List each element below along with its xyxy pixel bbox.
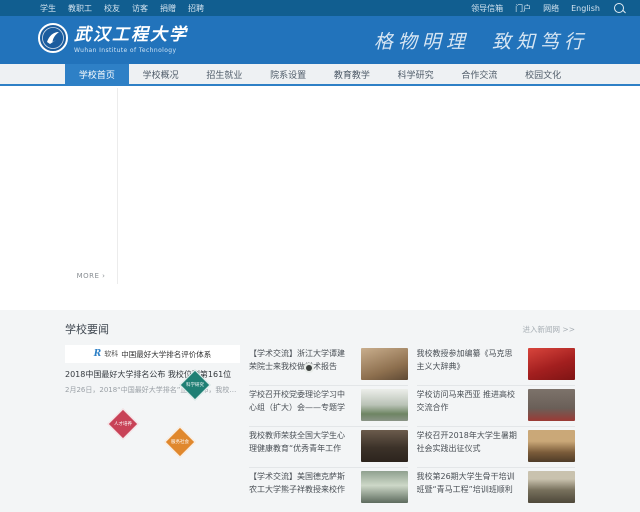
- nav-item-about[interactable]: 学校概况: [129, 64, 193, 84]
- news-item-title[interactable]: 我校教师荣获全国大学生心理健康教育“优秀青年工作: [249, 430, 353, 457]
- search-icon[interactable]: [614, 3, 624, 13]
- ruanke-logo-icon: R: [93, 349, 102, 359]
- topbar-link-donation[interactable]: 捐赠: [160, 3, 176, 14]
- topbar-right-links: 领导信箱 门户 网络 English: [471, 3, 624, 14]
- news-item: 学校召开校党委理论学习中心组（扩大）会——专题学习习: [249, 386, 408, 427]
- news-item-title[interactable]: 我校教授参加编纂《马克思主义大辞典》: [417, 348, 521, 375]
- featured-news: 30% 生源质量 新生高考成绩 10% 科研规模 论文数量 10% 科研质量 论…: [65, 345, 240, 509]
- topbar-link-network[interactable]: 网络: [543, 3, 559, 14]
- news-item: 我校第26期大学生骨干培训班暨“青马工程”培训班顺利结业: [417, 468, 575, 509]
- news-item: 我校教师荣获全国大学生心理健康教育“优秀青年工作: [249, 427, 408, 468]
- school-brand[interactable]: 武汉工程大学 Wuhan Institute of Technology: [38, 23, 188, 57]
- carousel-area: MORE ›: [0, 86, 640, 371]
- news-item: 我校教授参加编纂《马克思主义大辞典》: [416, 345, 575, 386]
- topbar-link-portal[interactable]: 门户: [515, 3, 531, 14]
- nav-item-cooperation[interactable]: 合作交流: [448, 64, 512, 84]
- news-item: 【学术交流】浙江大学谭建荣院士来我校做学术报告: [249, 345, 408, 386]
- topbar-link-english[interactable]: English: [571, 4, 600, 13]
- news-item: 学校召开2018年大学生暑期社会实践出征仪式: [416, 427, 575, 468]
- topbar-link-alumni[interactable]: 校友: [104, 3, 120, 14]
- more-link[interactable]: MORE ›: [77, 272, 106, 284]
- news-thumbnail[interactable]: [360, 471, 408, 503]
- news-thumbnail[interactable]: [528, 430, 575, 462]
- topbar: 学生 教职工 校友 访客 捐赠 招聘 领导信箱 门户 网络 English: [0, 0, 640, 16]
- news-item-title[interactable]: 学校召开校党委理论学习中心组（扩大）会——专题学习习: [249, 389, 353, 416]
- school-name: 武汉工程大学: [74, 24, 188, 45]
- news-thumbnail[interactable]: [528, 471, 575, 503]
- nav-item-research[interactable]: 科学研究: [384, 64, 448, 84]
- school-motto: 格物明理 致知笃行: [373, 30, 588, 53]
- carousel-dot[interactable]: [306, 365, 312, 371]
- nav-item-teaching[interactable]: 教育教学: [320, 64, 384, 84]
- news-thumbnail[interactable]: [360, 348, 408, 380]
- topbar-link-visitors[interactable]: 访客: [132, 3, 148, 14]
- news-item-title[interactable]: 学校召开2018年大学生暑期社会实践出征仪式: [417, 430, 521, 457]
- topbar-link-mailbox[interactable]: 领导信箱: [471, 3, 503, 14]
- news-item-title[interactable]: 【学术交流】浙江大学谭建荣院士来我校做学术报告: [249, 348, 353, 375]
- notice-panel: MORE ›: [65, 88, 118, 284]
- news-section: 学校要闻 进入新闻网 >> 30% 生源质量 新生高考成绩 10% 科研规模 论…: [0, 310, 640, 512]
- main-nav: 学校首页 学校概况 招生就业 院系设置 教育教学 科学研究 合作交流 校园文化: [0, 64, 640, 86]
- ruanke-brand: 软科: [104, 350, 119, 358]
- featured-news-summary: 2月26日，2018“中国最好大学排名”正式发布，我校…: [65, 386, 237, 394]
- topbar-left-links: 学生 教职工 校友 访客 捐赠 招聘: [40, 3, 204, 14]
- news-item-title[interactable]: 【学术交流】美国德克萨斯农工大学熊子祥教授来校作学术: [249, 471, 353, 498]
- news-thumbnail[interactable]: [528, 348, 575, 380]
- news-item: 学校访问马来西亚 推进高校交流合作: [416, 386, 575, 427]
- nav-item-departments[interactable]: 院系设置: [256, 64, 320, 84]
- featured-news-title[interactable]: 2018中国最好大学排名公布 我校位列第161位: [65, 369, 240, 380]
- news-thumbnail[interactable]: [360, 389, 408, 421]
- site-header: 武汉工程大学 Wuhan Institute of Technology 格物明…: [0, 16, 640, 64]
- school-emblem-icon: [38, 23, 68, 57]
- news-more-link[interactable]: 进入新闻网 >>: [523, 324, 575, 335]
- nav-item-home[interactable]: 学校首页: [65, 64, 129, 84]
- nav-item-admissions[interactable]: 招生就业: [193, 64, 257, 84]
- news-item: 【学术交流】美国德克萨斯农工大学熊子祥教授来校作学术: [249, 468, 408, 509]
- news-thumbnail[interactable]: [360, 430, 408, 462]
- nav-item-campus-culture[interactable]: 校园文化: [511, 64, 575, 84]
- topbar-link-students[interactable]: 学生: [40, 3, 56, 14]
- news-item-title[interactable]: 我校第26期大学生骨干培训班暨“青马工程”培训班顺利结业: [417, 471, 521, 498]
- topbar-link-faculty[interactable]: 教职工: [68, 3, 92, 14]
- school-name-en: Wuhan Institute of Technology: [74, 46, 177, 54]
- news-column-1: 【学术交流】浙江大学谭建荣院士来我校做学术报告 学校召开校党委理论学习中心组（扩…: [249, 345, 408, 509]
- news-thumbnail[interactable]: [528, 389, 575, 421]
- news-section-title: 学校要闻: [65, 323, 109, 336]
- news-item-title[interactable]: 学校访问马来西亚 推进高校交流合作: [417, 389, 521, 416]
- topbar-link-recruit[interactable]: 招聘: [188, 3, 204, 14]
- featured-caption: 中国最好大学排名评价体系: [121, 349, 212, 359]
- news-column-2: 我校教授参加编纂《马克思主义大辞典》 学校访问马来西亚 推进高校交流合作 学校召…: [416, 345, 575, 509]
